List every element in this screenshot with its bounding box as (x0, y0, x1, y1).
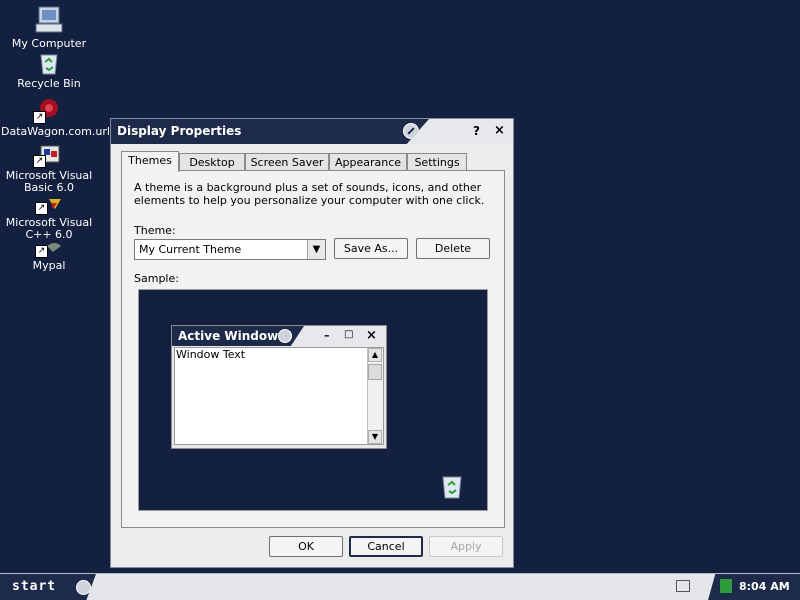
tab-themes[interactable]: Themes (121, 151, 179, 172)
sample-title-bar: Active Window (172, 326, 304, 346)
desktop-icon-label: Recycle Bin (17, 77, 81, 90)
themes-panel: A theme is a background plus a set of so… (121, 170, 505, 528)
desktop-icon-visual-basic[interactable]: ↗ Microsoft Visual Basic 6.0 (1, 142, 97, 194)
chevron-down-icon[interactable]: ▼ (307, 240, 325, 259)
maximize-icon: □ (344, 329, 354, 340)
scroll-up-icon: ▲ (368, 348, 382, 362)
desktop-icon-label: My Computer (11, 37, 87, 50)
start-logo-icon (76, 580, 91, 595)
desktop-icon-datawagon[interactable]: ↗ DataWagon.com.url (1, 96, 110, 138)
cancel-button[interactable]: Cancel (349, 536, 423, 557)
shortcut-arrow-icon: ↗ (35, 202, 48, 215)
clock[interactable]: 8:04 AM (739, 580, 790, 593)
tab-screen-saver[interactable]: Screen Saver (245, 153, 329, 170)
title-bar-active-area: Display Properties (111, 119, 429, 144)
tab-settings[interactable]: Settings (407, 153, 467, 170)
taskbar: start 8:04 AM (0, 573, 800, 600)
system-tray: 8:04 AM (708, 574, 800, 600)
theme-description: A theme is a background plus a set of so… (134, 181, 485, 207)
desktop-icon-label: Mypal (32, 259, 66, 272)
start-button[interactable]: start (0, 574, 96, 600)
desktop-icon-mypal[interactable]: ↗ Mypal (1, 240, 97, 272)
sample-window-body: Window Text ▲ ▼ (174, 347, 384, 445)
window-logo-icon (278, 329, 292, 343)
theme-sample-preview: Active Window – □ × Window Text ▲ ▼ (138, 289, 488, 511)
tab-desktop[interactable]: Desktop (179, 153, 245, 170)
keyboard-icon[interactable] (676, 580, 690, 592)
sample-window-text: Window Text (176, 348, 246, 361)
sample-active-window: Active Window – □ × Window Text ▲ ▼ (171, 325, 387, 449)
sample-scrollbar: ▲ ▼ (367, 348, 383, 444)
minimize-icon: – (324, 329, 330, 342)
theme-label: Theme: (134, 224, 176, 237)
visual-basic-icon: ↗ (33, 142, 65, 168)
desktop-icon-visual-cpp[interactable]: ↗ Microsoft Visual C++ 6.0 (1, 197, 97, 241)
shortcut-arrow-icon: ↗ (33, 111, 46, 124)
desktop-icon-label: Microsoft Visual Basic 6.0 (5, 169, 93, 194)
ok-button[interactable]: OK (269, 536, 343, 557)
window-logo-icon (403, 123, 419, 139)
start-label: start (12, 579, 57, 594)
theme-select-value: My Current Theme (139, 243, 242, 256)
display-properties-dialog: Display Properties ? × Themes Desktop Sc… (110, 118, 514, 568)
sample-label: Sample: (134, 272, 179, 285)
recycle-bin-icon (439, 472, 465, 500)
close-button[interactable]: × (494, 123, 505, 138)
title-bar[interactable]: Display Properties ? × (111, 119, 513, 144)
scroll-thumb (368, 364, 382, 380)
delete-button[interactable]: Delete (416, 238, 490, 259)
my-computer-icon (33, 4, 65, 36)
desktop-icon-label: DataWagon.com.url (1, 125, 110, 138)
scroll-down-icon: ▼ (368, 430, 382, 444)
sample-window-title: Active Window (178, 329, 279, 343)
recycle-bin-icon (33, 50, 65, 76)
tab-appearance[interactable]: Appearance (329, 153, 407, 170)
tray-network-icon[interactable] (720, 579, 732, 593)
internet-shortcut-icon: ↗ (33, 96, 65, 124)
desktop-icon-label: Microsoft Visual C++ 6.0 (5, 216, 93, 241)
save-as-button[interactable]: Save As... (334, 238, 408, 259)
mypal-browser-icon: ↗ (35, 240, 63, 258)
shortcut-arrow-icon: ↗ (33, 155, 46, 168)
desktop-icon-recycle-bin[interactable]: Recycle Bin (1, 50, 97, 90)
apply-button[interactable]: Apply (429, 536, 503, 557)
shortcut-arrow-icon: ↗ (35, 245, 48, 258)
help-button[interactable]: ? (473, 124, 480, 138)
close-icon: × (366, 328, 377, 343)
desktop-icon-my-computer[interactable]: My Computer (1, 4, 97, 50)
theme-select[interactable]: My Current Theme ▼ (134, 239, 326, 260)
dialog-title: Display Properties (117, 124, 242, 138)
visual-cpp-icon: ↗ (35, 197, 63, 215)
